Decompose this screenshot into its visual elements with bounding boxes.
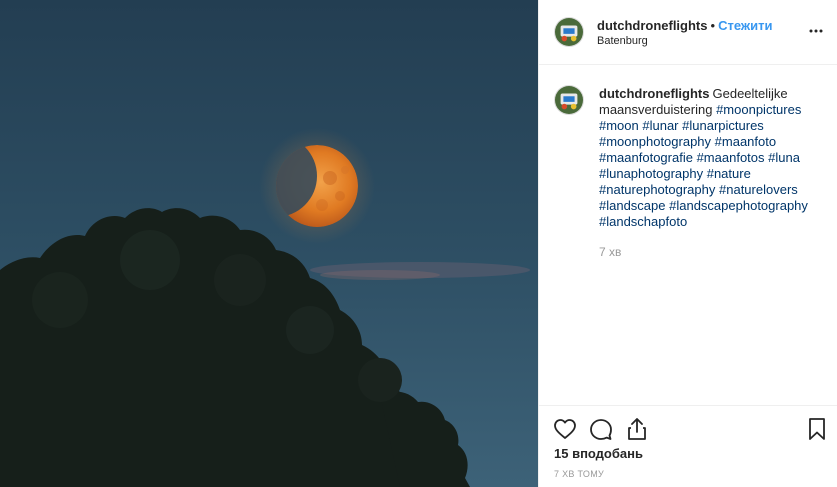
hashtag-list: #moonpictures #moon #lunar #lunarpicture… bbox=[599, 102, 808, 229]
hashtag-link[interactable]: #luna bbox=[768, 150, 800, 165]
avatar-image bbox=[555, 18, 583, 46]
post-timestamp[interactable]: 7 хв тому bbox=[554, 469, 604, 479]
caption-text: dutchdroneflights Gedeeltelijke maansverd… bbox=[599, 86, 814, 230]
follow-button[interactable]: Стежити bbox=[718, 18, 772, 33]
hashtag-link[interactable]: #landscapephotography bbox=[669, 198, 808, 213]
hashtag-link[interactable]: #moonpictures bbox=[716, 102, 801, 117]
comment-icon[interactable] bbox=[589, 417, 613, 441]
hashtag-link[interactable]: #nature bbox=[707, 166, 751, 181]
hashtag-link[interactable]: #naturephotography bbox=[599, 182, 715, 197]
hashtag-link[interactable]: #lunaphotography bbox=[599, 166, 703, 181]
likes-count[interactable]: 15 вподобань bbox=[554, 446, 643, 461]
hashtag-link[interactable]: #landscape bbox=[599, 198, 666, 213]
caption-username-link[interactable]: dutchdroneflights bbox=[599, 86, 710, 101]
location-link[interactable]: Batenburg bbox=[597, 35, 648, 47]
lunar-eclipse-image bbox=[0, 0, 538, 487]
post-header: dutchdroneflights • Стежити Batenburg bbox=[539, 0, 837, 65]
hashtag-link[interactable]: #naturelovers bbox=[719, 182, 798, 197]
hashtag-link[interactable]: #landschapfoto bbox=[599, 214, 687, 229]
hashtag-link[interactable]: #moon bbox=[599, 118, 639, 133]
post-photo[interactable] bbox=[0, 0, 538, 487]
hashtag-link[interactable]: #moonphotography bbox=[599, 134, 711, 149]
avatar-image bbox=[555, 86, 583, 114]
heart-icon[interactable] bbox=[553, 417, 577, 441]
hashtag-link[interactable]: #lunar bbox=[642, 118, 678, 133]
caption-time[interactable]: 7 хв bbox=[599, 245, 621, 259]
bookmark-icon[interactable] bbox=[805, 417, 829, 441]
hashtag-link[interactable]: #lunarpictures bbox=[682, 118, 764, 133]
action-bar: 15 вподобань 7 хв тому bbox=[539, 405, 837, 487]
share-icon[interactable] bbox=[625, 417, 649, 441]
hashtag-link[interactable]: #maanfoto bbox=[715, 134, 776, 149]
more-options-icon[interactable] bbox=[809, 24, 823, 38]
hashtag-link[interactable]: #maanfotografie bbox=[599, 150, 693, 165]
separator-dot: • bbox=[710, 18, 716, 33]
hashtag-link[interactable]: #maanfotos bbox=[697, 150, 765, 165]
username-link[interactable]: dutchdroneflights bbox=[597, 18, 708, 33]
header-username-row: dutchdroneflights • Стежити bbox=[597, 18, 772, 33]
avatar[interactable] bbox=[554, 17, 584, 47]
post-side-panel: dutchdroneflights • Стежити Batenburg dutc… bbox=[538, 0, 837, 487]
avatar[interactable] bbox=[554, 85, 584, 115]
